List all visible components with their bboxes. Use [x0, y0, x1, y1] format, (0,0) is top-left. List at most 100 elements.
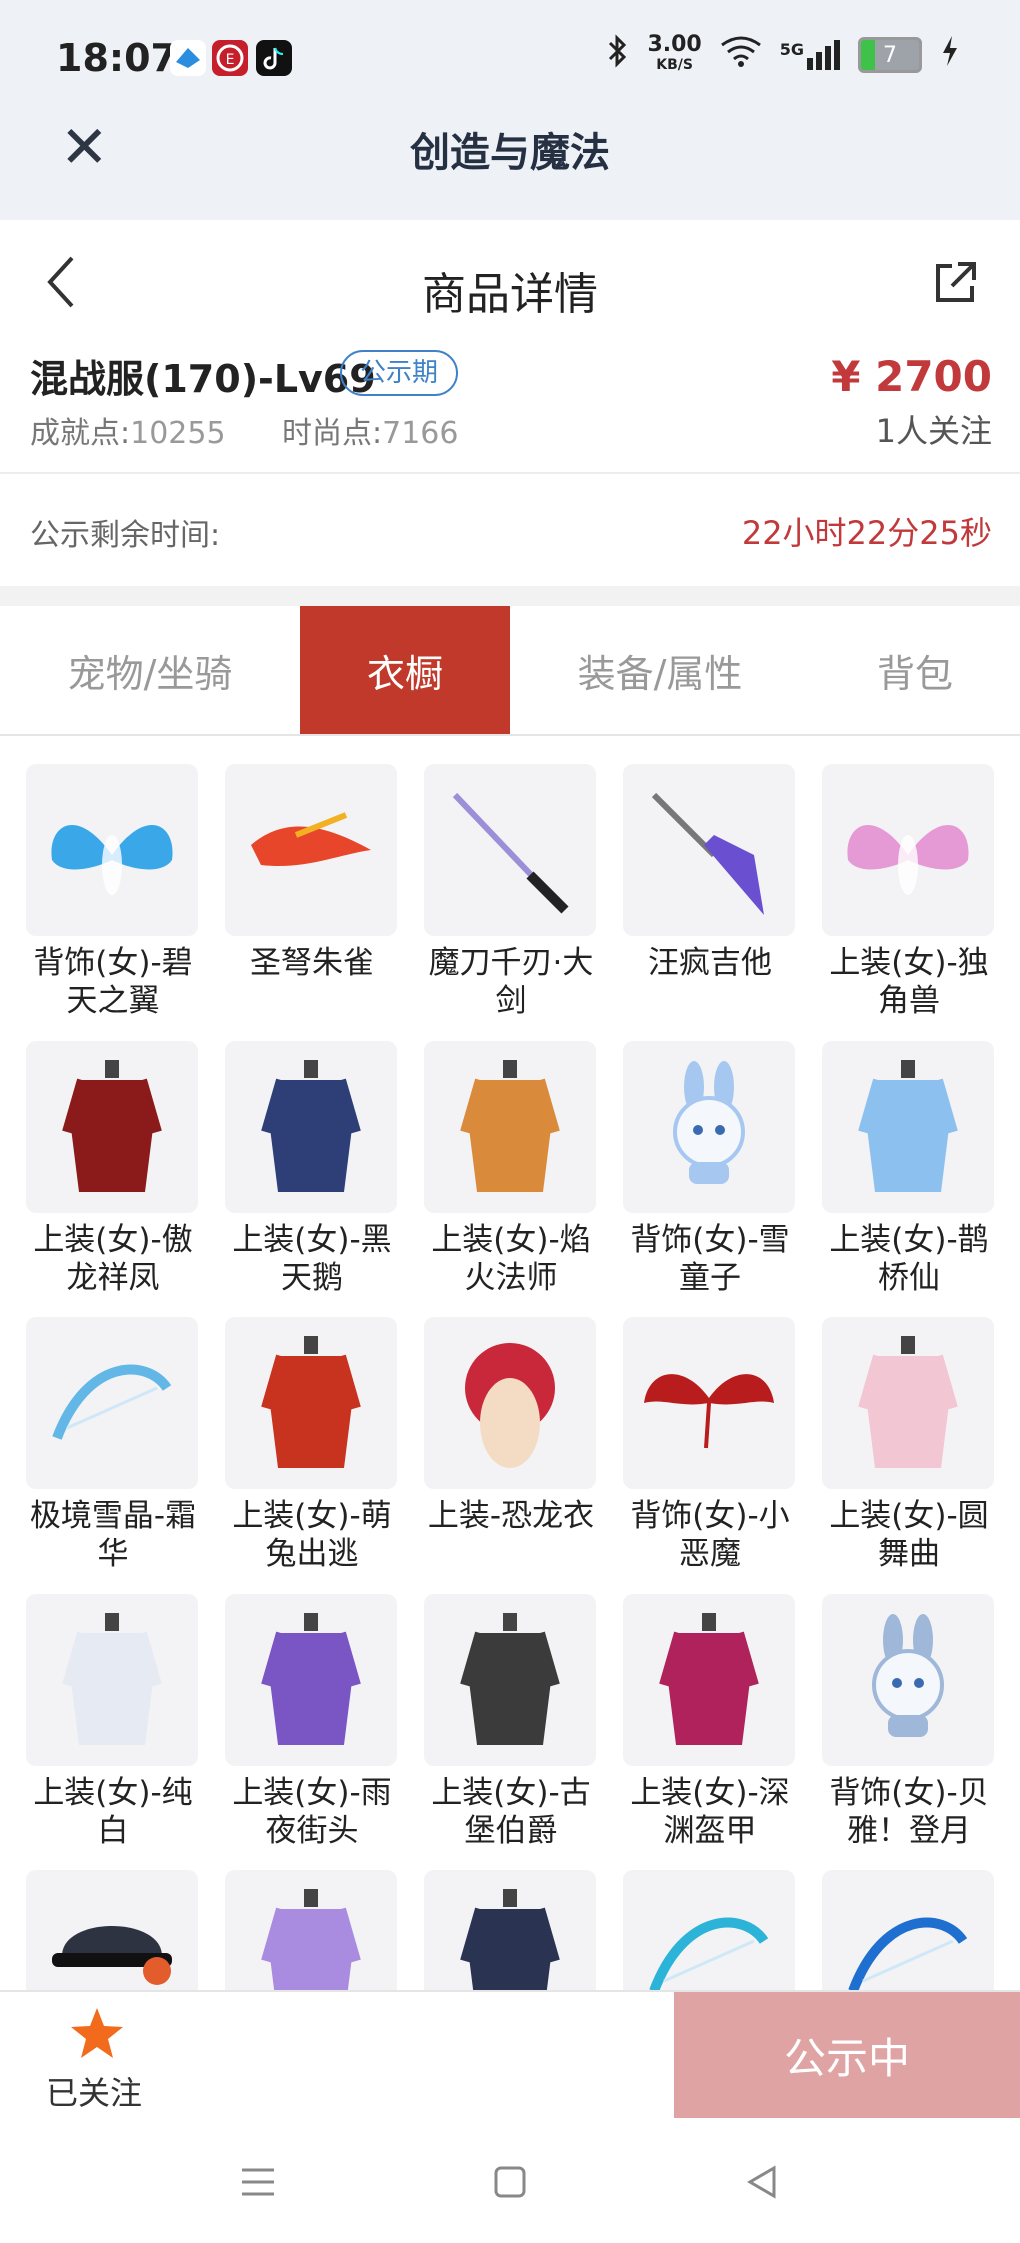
item-name: 圣弩朱雀: [250, 945, 374, 981]
item-thumbnail[interactable]: [424, 1594, 596, 1766]
section-separator: [0, 586, 1020, 606]
purple-jacket-icon: [261, 1613, 361, 1745]
achievement-points: 成就点:10255: [30, 416, 226, 451]
guitar-icon: [651, 792, 764, 915]
wardrobe-item[interactable]: 极境雪晶-霜华: [26, 1317, 200, 1573]
product-price: ¥ 2700: [831, 352, 992, 401]
countdown-label: 公示剩余时间:: [30, 518, 221, 553]
item-thumbnail[interactable]: [26, 1317, 198, 1489]
item-name: 上装(女)-深渊盔甲: [630, 1775, 790, 1849]
blue-wings-icon: [51, 824, 173, 895]
item-thumbnail[interactable]: [623, 1317, 795, 1489]
item-name: 上装(女)-雨夜街头: [232, 1775, 392, 1849]
item-name: 魔刀千刃·大剑: [428, 945, 594, 1019]
wardrobe-item[interactable]: 上装-恐龙衣: [424, 1317, 598, 1535]
item-thumbnail[interactable]: [225, 1594, 397, 1766]
item-name: 上装(女)-焰火法师: [431, 1222, 591, 1296]
navy-dress-icon: [261, 1060, 361, 1192]
wardrobe-item[interactable]: 上装(女)-圆舞曲: [822, 1317, 996, 1573]
wardrobe-item[interactable]: 背饰(女)-贝雅！登月: [822, 1594, 996, 1850]
product-name: 混战服(170)-Lv69: [30, 357, 376, 401]
star-icon[interactable]: [68, 2005, 126, 2063]
wardrobe-item[interactable]: 上装(女)-黑天鹅: [225, 1041, 399, 1297]
cellular-signal-icon: 5G: [780, 40, 840, 70]
dino-costume-icon: [465, 1343, 555, 1468]
item-name: 背饰(女)-贝雅！登月: [829, 1775, 989, 1849]
mage-robe-icon: [460, 1060, 560, 1192]
menu-icon[interactable]: [236, 2160, 280, 2204]
battery-icon: 7: [858, 37, 922, 73]
item-name: 上装(女)-鹊桥仙: [829, 1222, 989, 1296]
tab-backpack[interactable]: 背包: [810, 606, 1020, 734]
item-name: 上装(女)-独角兽: [829, 945, 989, 1019]
wardrobe-item[interactable]: 上装(女)-傲龙祥凤: [26, 1041, 200, 1297]
status-icons: 3.00 KB/S 5G 7: [607, 34, 960, 76]
item-thumbnail[interactable]: [822, 1041, 994, 1213]
tab-equipment-attributes[interactable]: 装备/属性: [510, 606, 810, 734]
red-coat-icon: [261, 1336, 361, 1468]
bluetooth-icon: [607, 34, 629, 76]
white-gown-icon: [62, 1613, 162, 1745]
fashion-points: 时尚点:7166: [282, 416, 459, 451]
wardrobe-item[interactable]: 汪疯吉他: [623, 764, 797, 982]
item-thumbnail[interactable]: [26, 764, 198, 936]
item-thumbnail[interactable]: [822, 1594, 994, 1766]
item-name: 极境雪晶-霜华: [29, 1498, 197, 1572]
wardrobe-item[interactable]: 魔刀千刃·大剑: [424, 764, 598, 1020]
item-thumbnail[interactable]: [623, 1041, 795, 1213]
item-thumbnail[interactable]: [424, 1317, 596, 1489]
status-badge: 公示期: [340, 350, 459, 396]
wardrobe-item[interactable]: 上装(女)-深渊盔甲: [623, 1594, 797, 1850]
page-title: 商品详情: [422, 269, 598, 320]
item-thumbnail[interactable]: [225, 1317, 397, 1489]
item-thumbnail[interactable]: [26, 1041, 198, 1213]
status-time: 18:07: [56, 36, 177, 80]
light-blue-dress-icon: [858, 1060, 958, 1192]
home-icon[interactable]: [488, 2160, 532, 2204]
item-thumbnail[interactable]: [26, 1594, 198, 1766]
item-name: 汪疯吉他: [648, 945, 772, 981]
item-name: 背饰(女)-碧天之翼: [33, 945, 193, 1019]
wardrobe-item[interactable]: 上装(女)-鹊桥仙: [822, 1041, 996, 1297]
item-thumbnail[interactable]: [225, 764, 397, 936]
share-icon[interactable]: [930, 258, 980, 308]
wardrobe-item[interactable]: 上装(女)-雨夜街头: [225, 1594, 399, 1850]
wardrobe-item[interactable]: 圣弩朱雀: [225, 764, 399, 982]
publicity-button[interactable]: 公示中: [674, 1992, 1020, 2118]
wardrobe-item[interactable]: 上装(女)-独角兽: [822, 764, 996, 1020]
item-thumbnail[interactable]: [623, 1594, 795, 1766]
wardrobe-item[interactable]: 上装(女)-古堡伯爵: [424, 1594, 598, 1850]
network-speed: 3.00 KB/S: [647, 32, 702, 74]
item-thumbnail[interactable]: [822, 764, 994, 936]
gothic-dress-icon: [460, 1613, 560, 1745]
follower-count: 1人关注: [875, 412, 992, 450]
item-thumbnail[interactable]: [822, 1317, 994, 1489]
phoenix-crossbow-icon: [251, 812, 371, 867]
wardrobe-item[interactable]: 背饰(女)-小恶魔: [623, 1317, 797, 1573]
red-black-outfit-icon: [62, 1060, 162, 1192]
item-name: 上装(女)-古堡伯爵: [431, 1775, 591, 1849]
wardrobe-item[interactable]: 背饰(女)-雪童子: [623, 1041, 797, 1297]
wardrobe-item[interactable]: 背饰(女)-碧天之翼: [26, 764, 200, 1020]
tiktok-icon: [256, 40, 292, 76]
wardrobe-item[interactable]: 上装(女)-焰火法师: [424, 1041, 598, 1297]
followed-label[interactable]: 已关注: [46, 2068, 142, 2114]
abyss-armor-icon: [659, 1613, 759, 1745]
wifi-icon: [720, 35, 762, 75]
snow-bunny-icon: [673, 1061, 745, 1184]
item-thumbnail[interactable]: [225, 1041, 397, 1213]
devil-wings-icon: [644, 1374, 774, 1449]
wardrobe-item[interactable]: 上装(女)-萌兔出逃: [225, 1317, 399, 1573]
tab-wardrobe[interactable]: 衣橱: [300, 606, 510, 734]
item-thumbnail[interactable]: [424, 1041, 596, 1213]
katana-icon: [452, 792, 569, 914]
item-name: 上装(女)-傲龙祥凤: [33, 1222, 193, 1296]
item-thumbnail[interactable]: [623, 764, 795, 936]
tab-pets-mounts[interactable]: 宠物/坐骑: [0, 606, 300, 734]
back-nav-icon[interactable]: [740, 2160, 784, 2204]
wardrobe-item[interactable]: 上装(女)-纯白: [26, 1594, 200, 1850]
charging-icon: [940, 34, 960, 76]
divider: [0, 472, 1020, 474]
item-thumbnail[interactable]: [424, 764, 596, 936]
item-name: 背饰(女)-小恶魔: [630, 1498, 790, 1572]
